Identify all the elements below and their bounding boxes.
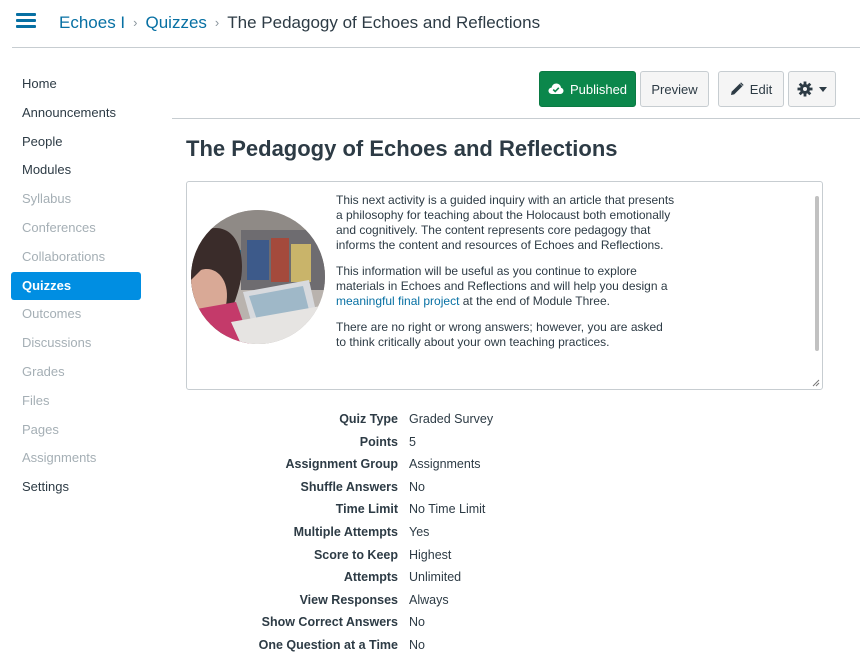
- cloud-check-icon: [548, 83, 564, 94]
- breadcrumb-course-link[interactable]: Echoes I: [59, 13, 125, 32]
- detail-label: View Responses: [299, 592, 398, 607]
- detail-label: Multiple Attempts: [293, 524, 398, 539]
- preview-label: Preview: [651, 81, 698, 97]
- detail-row: Multiple Attempts Yes: [186, 521, 686, 544]
- nav-item-pages[interactable]: Pages: [11, 416, 141, 445]
- detail-label: Attempts: [343, 570, 398, 585]
- detail-label: Assignment Group: [285, 457, 398, 472]
- detail-label: Time Limit: [335, 502, 398, 517]
- breadcrumb: Echoes I › Quizzes › The Pedagogy of Echoes …: [59, 12, 540, 35]
- quiz-title: The Pedagogy of Echoes and Reflections: [186, 136, 618, 161]
- pencil-icon: [730, 82, 744, 95]
- description-paragraph: This next activity is a guided inquiry w…: [336, 193, 675, 252]
- detail-value: 5: [409, 434, 416, 449]
- breadcrumb-separator-icon: ›: [133, 15, 138, 30]
- nav-item-announcements[interactable]: Announcements: [11, 99, 141, 128]
- description-scrollbar[interactable]: [815, 196, 819, 351]
- detail-row: Points 5: [186, 431, 686, 454]
- hamburger-menu-icon[interactable]: [16, 13, 36, 31]
- detail-row: View Responses Always: [186, 589, 686, 612]
- nav-item-quizzes[interactable]: Quizzes: [11, 271, 141, 301]
- quiz-description: This next activity is a guided inquiry w…: [186, 181, 823, 390]
- detail-label: Points: [359, 434, 398, 449]
- gear-icon: [797, 81, 813, 97]
- resize-handle-icon[interactable]: [812, 379, 820, 387]
- published-button[interactable]: Published: [539, 71, 636, 107]
- description-paragraph: There are no right or wrong answers; how…: [336, 320, 663, 349]
- edit-button[interactable]: Edit: [718, 71, 784, 107]
- nav-item-discussions[interactable]: Discussions: [11, 329, 141, 358]
- description-text: This next activity is a guided inquiry w…: [336, 193, 676, 361]
- nav-item-people[interactable]: People: [11, 128, 141, 157]
- nav-item-assignments[interactable]: Assignments: [11, 444, 141, 473]
- breadcrumb-separator-icon: ›: [214, 15, 220, 30]
- detail-row: Score to Keep Highest: [186, 544, 686, 567]
- detail-label: Quiz Type: [339, 412, 398, 426]
- nav-item-settings[interactable]: Settings: [11, 473, 141, 502]
- detail-value: No: [409, 637, 425, 652]
- nav-item-grades[interactable]: Grades: [11, 358, 141, 387]
- breadcrumb-quizzes-link[interactable]: Quizzes: [146, 13, 207, 32]
- detail-label: One Question at a Time: [258, 637, 398, 652]
- nav-item-modules[interactable]: Modules: [11, 156, 141, 185]
- detail-row: Time Limit No Time Limit: [186, 498, 686, 521]
- detail-row: Shuffle Answers No: [186, 476, 686, 499]
- nav-item-syllabus[interactable]: Syllabus: [11, 185, 141, 214]
- detail-value: No: [409, 479, 425, 494]
- detail-label: Shuffle Answers: [300, 479, 398, 494]
- top-bar: Echoes I › Quizzes › The Pedagogy of Echoes …: [12, 0, 860, 48]
- course-nav: Home Announcements People Modules Syllab…: [11, 70, 141, 502]
- quiz-details: Quiz Type Graded Survey Points 5 Assignmen…: [186, 408, 686, 656]
- nav-item-outcomes[interactable]: Outcomes: [11, 300, 141, 329]
- detail-row: One Question at a Time No: [186, 634, 686, 656]
- detail-value: Graded Survey: [409, 412, 494, 426]
- detail-value: Unlimited: [409, 570, 462, 585]
- breadcrumb-current: The Pedagogy of Echoes and Reflections: [227, 13, 541, 32]
- description-paragraph: This information will be useful as you c…: [336, 264, 668, 308]
- detail-value: Always: [409, 592, 449, 607]
- nav-item-conferences[interactable]: Conferences: [11, 214, 141, 243]
- detail-value: Highest: [409, 547, 452, 562]
- detail-value: Assignments: [409, 457, 481, 472]
- detail-value: No Time Limit: [409, 502, 486, 517]
- detail-row: Assignment Group Assignments: [186, 453, 686, 476]
- detail-label: Score to Keep: [313, 547, 398, 562]
- caret-down-icon: [819, 86, 827, 92]
- nav-item-files[interactable]: Files: [11, 387, 141, 416]
- settings-menu-button[interactable]: [788, 71, 836, 107]
- detail-value: No: [409, 615, 425, 630]
- quiz-toolbar: Published Preview Edit: [172, 71, 860, 119]
- preview-button[interactable]: Preview: [640, 71, 709, 107]
- detail-value: Yes: [409, 524, 430, 539]
- nav-item-collaborations[interactable]: Collaborations: [11, 243, 141, 272]
- description-photo: [191, 210, 325, 344]
- nav-item-home[interactable]: Home: [11, 70, 141, 99]
- detail-label: Show Correct Answers: [261, 615, 398, 630]
- published-label: Published: [569, 81, 628, 97]
- detail-row: Attempts Unlimited: [186, 566, 686, 589]
- edit-label: Edit: [749, 81, 773, 97]
- detail-row: Quiz Type Graded Survey: [186, 408, 686, 431]
- detail-row: Show Correct Answers No: [186, 611, 686, 634]
- final-project-link[interactable]: meaningful final project: [336, 294, 459, 308]
